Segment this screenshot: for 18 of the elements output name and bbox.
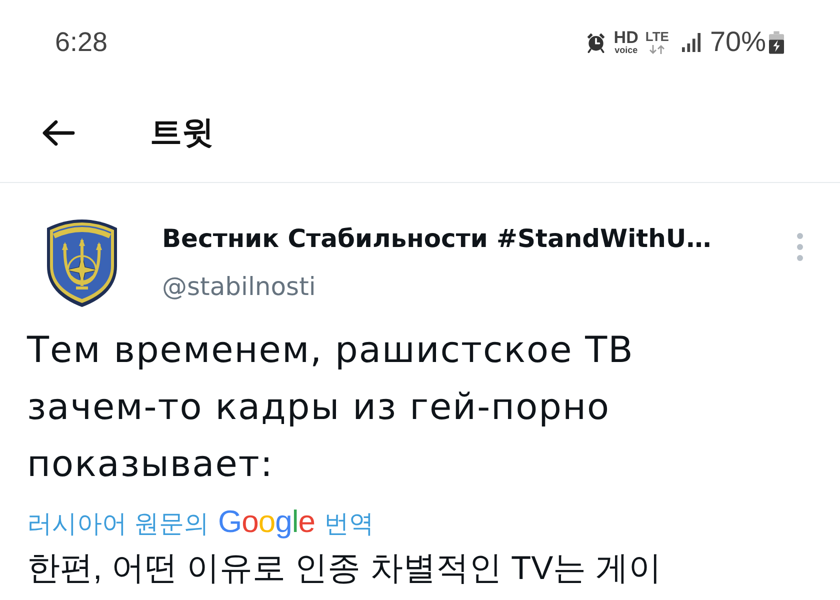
alarm-clock-icon <box>584 31 607 53</box>
data-arrows-icon <box>649 45 666 54</box>
author-name[interactable]: Вестник Стабильности #StandWithU… <box>162 222 712 256</box>
back-arrow-icon[interactable] <box>41 119 75 147</box>
battery-percentage: 70% <box>710 26 766 58</box>
page-title: 트윗 <box>150 113 214 152</box>
translated-text: 한편, 어떤 이유로 인종 차별적인 TV는 게이 <box>27 548 662 588</box>
signal-bars-icon <box>682 32 701 52</box>
tweet-text: Тем временем, рашистское ТВ зачем-то кадры из гей-порно показывает: <box>27 329 635 487</box>
google-logo: Google <box>218 503 315 541</box>
translation-label[interactable]: 번역 <box>324 505 374 543</box>
clock-time: 6:28 <box>55 26 108 58</box>
voice-label: voice <box>614 46 638 55</box>
hd-label: HD <box>614 29 638 46</box>
translation-source-label[interactable]: 러시아어 원문의 <box>27 505 209 543</box>
battery-charging-icon <box>769 30 784 54</box>
author-handle[interactable]: @stabilnosti <box>162 270 712 304</box>
network-type: LTE <box>645 30 669 43</box>
